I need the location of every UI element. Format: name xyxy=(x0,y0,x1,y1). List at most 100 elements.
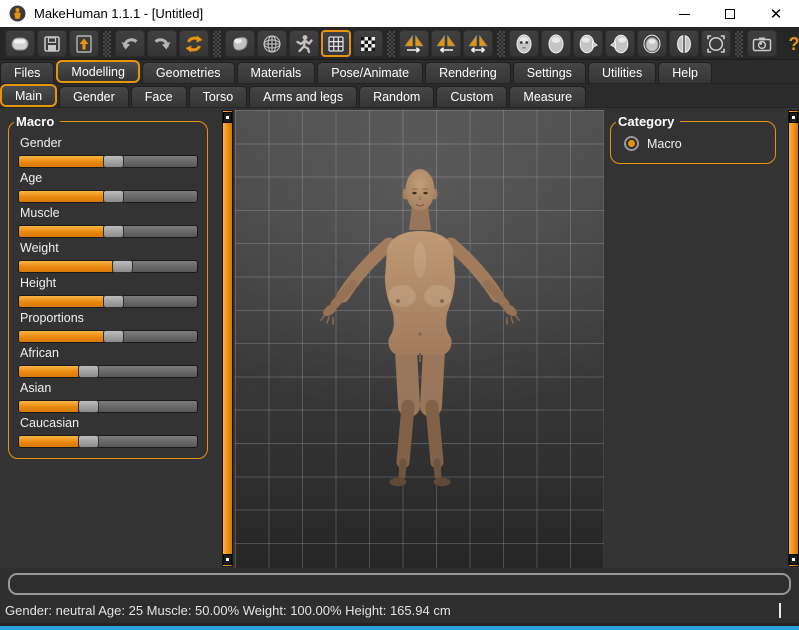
macro-radio-option[interactable]: Macro xyxy=(624,136,766,151)
help-button[interactable]: ? xyxy=(779,30,799,57)
right-panel-scrollbar[interactable] xyxy=(788,110,799,567)
minimize-icon xyxy=(679,14,690,15)
tab-help[interactable]: Help xyxy=(658,62,712,83)
asian-slider-handle[interactable] xyxy=(78,400,99,413)
proportions-slider[interactable] xyxy=(18,330,198,343)
reset-button[interactable] xyxy=(179,30,209,57)
tab-settings[interactable]: Settings xyxy=(513,62,586,83)
category-groupbox: Category Macro xyxy=(610,114,776,164)
tab-rendering[interactable]: Rendering xyxy=(425,62,511,83)
muscle-slider-fill xyxy=(19,226,103,237)
load-icon xyxy=(73,33,95,55)
muscle-slider[interactable] xyxy=(18,225,198,238)
toolbar: ? xyxy=(0,28,799,60)
muscle-slider-label: Muscle xyxy=(20,206,198,220)
smooth-shading-button[interactable] xyxy=(225,30,255,57)
toolbar-group xyxy=(398,30,494,57)
asian-slider[interactable] xyxy=(18,400,198,413)
proportions-slider-fill xyxy=(19,331,103,342)
symmetry-right-button[interactable] xyxy=(399,30,429,57)
view-left-button[interactable] xyxy=(573,30,603,57)
subtab-main[interactable]: Main xyxy=(0,84,57,107)
left-scrollbar-top-knob[interactable] xyxy=(223,112,232,123)
weight-slider-block: Weight xyxy=(18,241,198,273)
left-panel: Macro GenderAgeMuscleWeightHeightProport… xyxy=(0,108,215,568)
height-slider-block: Height xyxy=(18,276,198,308)
caucasian-slider-fill xyxy=(19,436,78,447)
caucasian-slider-handle[interactable] xyxy=(78,435,99,448)
redo-button[interactable] xyxy=(147,30,177,57)
view-back-button[interactable] xyxy=(541,30,571,57)
minimize-button[interactable] xyxy=(661,0,707,28)
african-slider-label: African xyxy=(20,346,198,360)
human-model[interactable] xyxy=(235,110,604,568)
tab-modelling[interactable]: Modelling xyxy=(56,60,140,83)
right-scrollbar-bottom-knob[interactable] xyxy=(789,554,798,565)
gender-slider-block: Gender xyxy=(18,136,198,168)
right-scrollbar-top-knob[interactable] xyxy=(789,112,798,123)
macro-group-title: Macro xyxy=(14,114,60,129)
age-slider[interactable] xyxy=(18,190,198,203)
tab-geometries[interactable]: Geometries xyxy=(142,62,235,83)
left-panel-scrollbar[interactable] xyxy=(222,110,233,567)
symmetry-both-button[interactable] xyxy=(463,30,493,57)
model-right-leg xyxy=(431,350,434,406)
gender-slider[interactable] xyxy=(18,155,198,168)
caucasian-slider[interactable] xyxy=(18,435,198,448)
undo-button[interactable] xyxy=(115,30,145,57)
viewport-3d[interactable] xyxy=(235,110,604,568)
caucasian-slider-label: Caucasian xyxy=(20,416,198,430)
toolbar-group xyxy=(508,30,732,57)
weight-slider-handle[interactable] xyxy=(112,260,133,273)
tab-utilities[interactable]: Utilities xyxy=(588,62,656,83)
symmetry-left-button[interactable] xyxy=(431,30,461,57)
view-split-icon xyxy=(673,33,695,55)
subtab-arms-and-legs[interactable]: Arms and legs xyxy=(249,86,357,107)
weight-slider[interactable] xyxy=(18,260,198,273)
text-cursor xyxy=(779,603,781,618)
left-scrollbar-bottom-knob[interactable] xyxy=(223,554,232,565)
window-title: MakeHuman 1.1.1 - [Untitled] xyxy=(34,6,203,21)
grab-screenshot-button[interactable] xyxy=(747,30,777,57)
view-top-button[interactable] xyxy=(637,30,667,57)
subtab-gender[interactable]: Gender xyxy=(59,86,129,107)
model-right-foot xyxy=(434,478,451,486)
maximize-button[interactable] xyxy=(707,0,753,28)
view-fit-button[interactable] xyxy=(701,30,731,57)
subtab-face[interactable]: Face xyxy=(131,86,187,107)
gender-slider-label: Gender xyxy=(20,136,198,150)
wireframe-button[interactable] xyxy=(257,30,287,57)
african-slider-handle[interactable] xyxy=(78,365,99,378)
grid-button[interactable] xyxy=(321,30,351,57)
subdivide-button[interactable] xyxy=(353,30,383,57)
proportions-slider-handle[interactable] xyxy=(103,330,124,343)
view-front-icon xyxy=(513,33,535,55)
african-slider[interactable] xyxy=(18,365,198,378)
wireframe-icon xyxy=(261,33,283,55)
load-button[interactable] xyxy=(69,30,99,57)
height-slider-handle[interactable] xyxy=(103,295,124,308)
view-front-button[interactable] xyxy=(509,30,539,57)
tab-files[interactable]: Files xyxy=(0,62,54,83)
age-slider-handle[interactable] xyxy=(103,190,124,203)
macro-radio-button[interactable] xyxy=(624,136,639,151)
pose-button[interactable] xyxy=(289,30,319,57)
muscle-slider-handle[interactable] xyxy=(103,225,124,238)
view-split-button[interactable] xyxy=(669,30,699,57)
tab-pose-animate[interactable]: Pose/Animate xyxy=(317,62,423,83)
height-slider[interactable] xyxy=(18,295,198,308)
view-right-button[interactable] xyxy=(605,30,635,57)
new-document-icon xyxy=(9,33,31,55)
progress-zone xyxy=(0,568,799,598)
tab-materials[interactable]: Materials xyxy=(237,62,316,83)
proportions-slider-label: Proportions xyxy=(20,311,198,325)
new-document-button[interactable] xyxy=(5,30,35,57)
gender-slider-handle[interactable] xyxy=(103,155,124,168)
right-panel: Category Macro xyxy=(604,108,788,568)
subtab-custom[interactable]: Custom xyxy=(436,86,507,107)
subtab-torso[interactable]: Torso xyxy=(189,86,248,107)
subtab-random[interactable]: Random xyxy=(359,86,434,107)
save-button[interactable] xyxy=(37,30,67,57)
subtab-measure[interactable]: Measure xyxy=(509,86,586,107)
close-button[interactable]: ✕ xyxy=(753,0,799,28)
